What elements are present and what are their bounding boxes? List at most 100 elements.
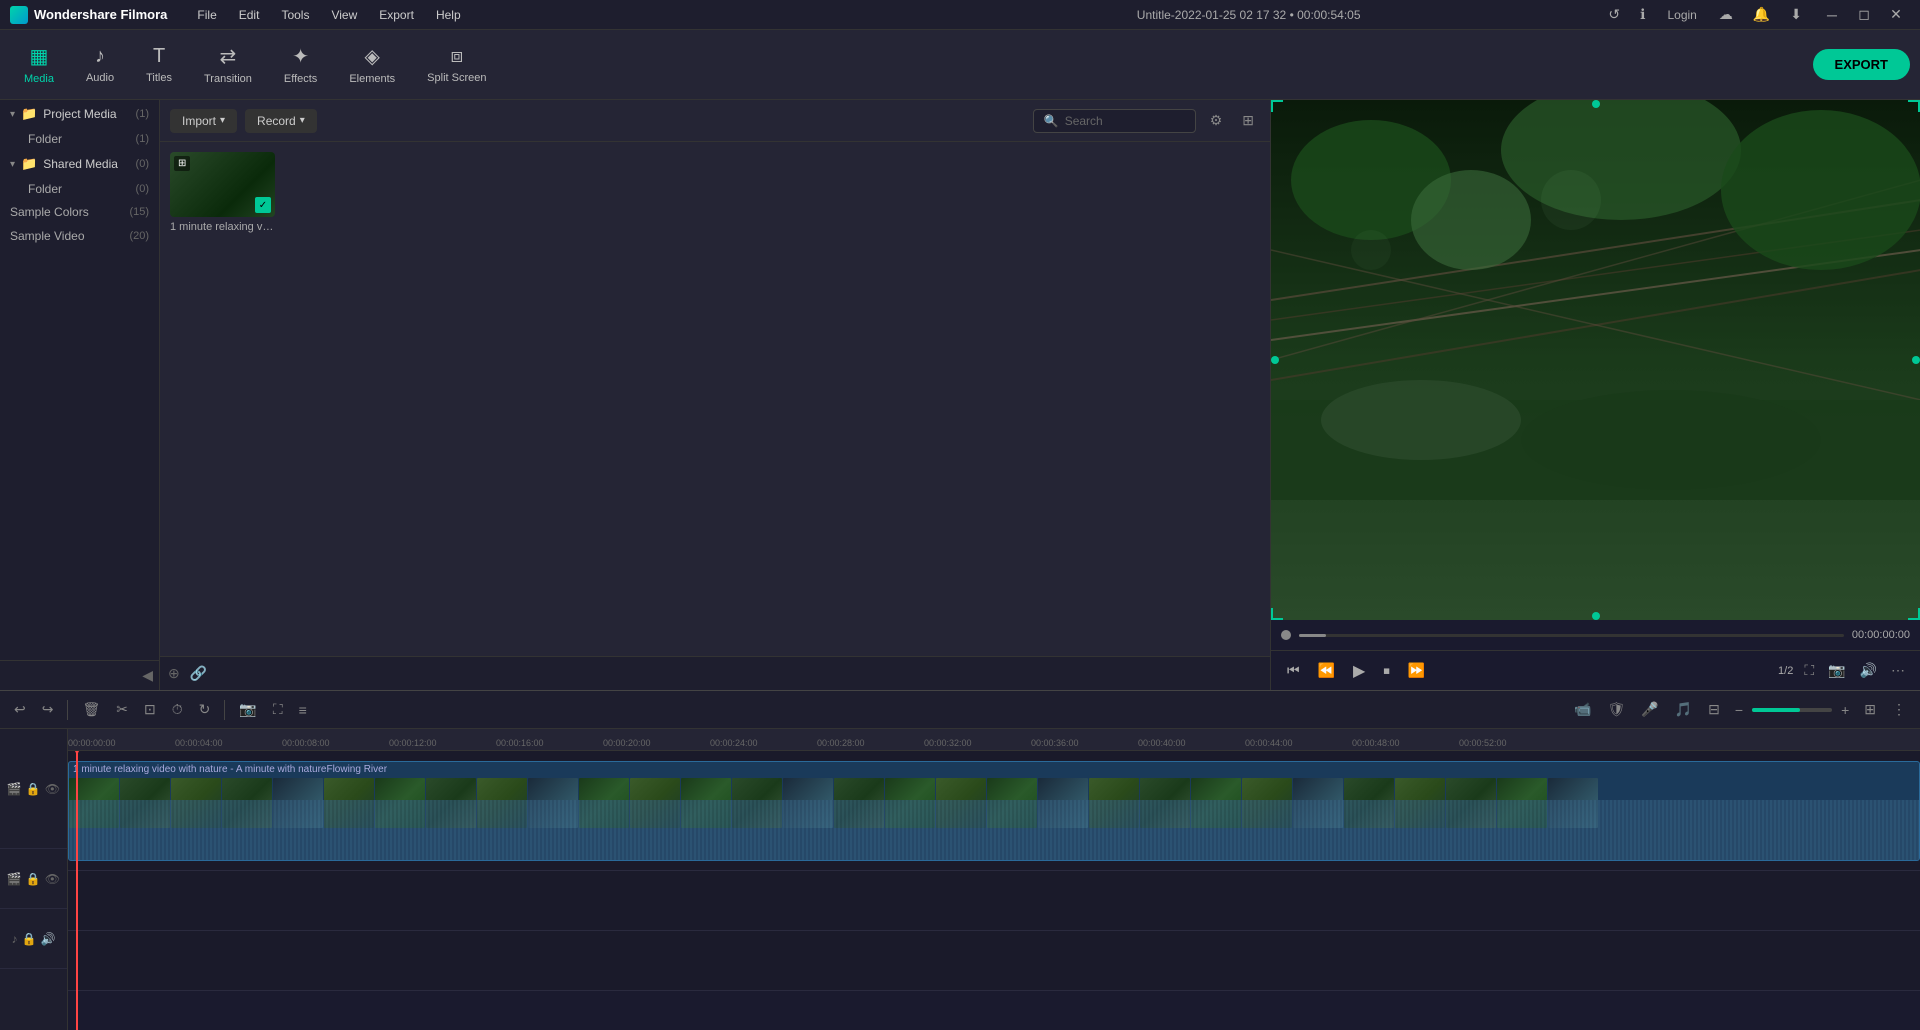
tool-transition[interactable]: ⇄ Transition: [190, 38, 266, 91]
timeline-fullscreen-icon[interactable]: ⛶: [267, 698, 289, 721]
preview-handle-top[interactable]: [1592, 100, 1600, 108]
music-track-lock[interactable]: 🔒: [22, 932, 37, 946]
preview-handle-left[interactable]: [1271, 356, 1279, 364]
preview-time: 00:00:00:00: [1852, 629, 1910, 641]
icon-download[interactable]: ⬇: [1784, 4, 1808, 25]
timeline-redo-icon[interactable]: ↪: [36, 698, 60, 721]
video-clip[interactable]: 1 minute relaxing video with nature - A …: [68, 761, 1920, 861]
icon-notification[interactable]: 🔔: [1747, 4, 1776, 25]
preview-handle-right[interactable]: [1912, 356, 1920, 364]
timeline-speed-icon[interactable]: ⏱: [166, 698, 189, 721]
panel-collapse-icon[interactable]: ◀: [142, 667, 153, 684]
close-button[interactable]: ✕: [1882, 1, 1910, 29]
play-button[interactable]: ▶: [1347, 657, 1371, 685]
tool-effects[interactable]: ✦ Effects: [270, 38, 331, 91]
transition-icon: ⇄: [220, 44, 237, 69]
timeline-tracks: 1 minute relaxing video with nature - A …: [68, 751, 1920, 1030]
timeline-snapshot-icon[interactable]: 📷: [233, 698, 262, 721]
list-item[interactable]: ⊞ ✓ 1 minute relaxing video ...: [170, 152, 275, 233]
timeline-subtitle-icon[interactable]: ⊟: [1702, 698, 1726, 721]
camera-icon[interactable]: 📷: [1823, 659, 1850, 682]
sample-video-count: (20): [129, 230, 149, 242]
link-icon[interactable]: 🔗: [190, 665, 207, 682]
media-icon: ▦: [30, 44, 49, 69]
audio-track-lock[interactable]: 🔒: [26, 872, 41, 886]
timeline-settings-icon[interactable]: ≡: [293, 699, 313, 721]
icon-info[interactable]: ℹ: [1634, 4, 1651, 25]
tool-audio[interactable]: ♪ Audio: [72, 39, 128, 90]
logo-icon: [10, 6, 28, 24]
timeline-extra-icon[interactable]: ⋮: [1886, 698, 1912, 721]
scrubber-fill: [1299, 634, 1326, 637]
project-media-folder[interactable]: Folder (1): [0, 128, 159, 150]
tool-split-screen[interactable]: ⧈ Split Screen: [413, 39, 500, 90]
sample-video-item[interactable]: Sample Video (20): [0, 224, 159, 248]
menu-edit[interactable]: Edit: [229, 4, 270, 26]
scrubber-track[interactable]: [1299, 634, 1844, 637]
skip-to-start-button[interactable]: ⏮: [1281, 658, 1306, 683]
video-track-lock[interactable]: 🔒: [26, 782, 41, 796]
shared-media-folder[interactable]: Folder (0): [0, 178, 159, 200]
search-input[interactable]: [1065, 114, 1185, 128]
timeline-crop-icon[interactable]: ⊡: [138, 698, 162, 721]
export-button[interactable]: EXPORT: [1813, 49, 1910, 80]
icon-refresh[interactable]: ↺: [1602, 4, 1626, 25]
audio-track-eye[interactable]: 👁: [45, 872, 60, 886]
zoom-in-button[interactable]: +: [1836, 699, 1854, 721]
tool-titles[interactable]: T Titles: [132, 39, 186, 90]
timeline-audio-icon[interactable]: 🎵: [1669, 698, 1698, 721]
scrubber-dot[interactable]: [1281, 630, 1291, 640]
sample-colors-item[interactable]: Sample Colors (15): [0, 200, 159, 224]
timeline-delete-icon[interactable]: 🗑: [76, 698, 106, 721]
window-title: Untitle-2022-01-25 02 17 32 • 00:00:54:0…: [895, 8, 1603, 22]
timeline-loop-icon[interactable]: ↻: [193, 698, 217, 721]
timeline-fit-icon[interactable]: ⊞: [1858, 698, 1882, 721]
zoom-track[interactable]: [1752, 708, 1832, 712]
timeline-cut-icon[interactable]: ✂: [110, 698, 134, 721]
full-screen-icon[interactable]: ⛶: [1799, 659, 1819, 682]
login-button[interactable]: Login: [1659, 6, 1704, 24]
music-track-toggle[interactable]: ♪: [12, 932, 18, 946]
grid-view-icon[interactable]: ⊞: [1236, 109, 1260, 132]
playhead[interactable]: [76, 751, 78, 1030]
left-panel: ▾ 📁 Project Media (1) Folder (1) ▾ 📁 Sha…: [0, 100, 160, 690]
timeline-main: 00:00:00:00 00:00:04:00 00:00:08:00 00:0…: [68, 729, 1920, 1030]
menu-export[interactable]: Export: [369, 4, 424, 26]
project-media-header[interactable]: ▾ 📁 Project Media (1): [0, 100, 159, 128]
more-options-icon[interactable]: ⋯: [1886, 659, 1910, 682]
stop-button[interactable]: ⏹: [1377, 659, 1396, 683]
ruler-mark: 00:00:16:00: [496, 738, 603, 748]
icon-cloud[interactable]: ☁: [1713, 4, 1739, 25]
add-to-timeline-icon[interactable]: ⊕: [168, 665, 180, 682]
frame-forward-button[interactable]: ⏩: [1402, 658, 1431, 683]
video-track-eye[interactable]: 👁: [45, 782, 60, 796]
volume-icon[interactable]: 🔊: [1855, 659, 1882, 682]
timeline-camera-icon[interactable]: 📹: [1568, 698, 1597, 721]
timeline-mic-icon[interactable]: 🎤: [1635, 698, 1664, 721]
tool-media[interactable]: ▦ Media: [10, 38, 68, 91]
shared-media-header[interactable]: ▾ 📁 Shared Media (0): [0, 150, 159, 178]
filter-icon[interactable]: ⚙: [1204, 109, 1229, 132]
menu-help[interactable]: Help: [426, 4, 471, 26]
menu-tools[interactable]: Tools: [271, 4, 319, 26]
preview-frame: [1271, 100, 1920, 620]
audio-track-toggle[interactable]: 🎬: [7, 872, 22, 886]
music-track-volume[interactable]: 🔊: [41, 932, 56, 946]
timeline-shield-icon[interactable]: 🛡: [1602, 698, 1632, 721]
preview-handle-bottom[interactable]: [1592, 612, 1600, 620]
menu-file[interactable]: File: [187, 4, 226, 26]
restore-button[interactable]: ◻: [1850, 1, 1878, 29]
preview-video: [1271, 100, 1920, 620]
frame-back-button[interactable]: ⏪: [1312, 658, 1341, 683]
video-track-toggle[interactable]: 🎬: [7, 782, 22, 796]
import-button[interactable]: Import ▾: [170, 109, 237, 133]
titles-icon: T: [153, 45, 165, 68]
zoom-out-button[interactable]: −: [1730, 699, 1748, 721]
menu-view[interactable]: View: [321, 4, 367, 26]
tool-elements[interactable]: ◈ Elements: [335, 38, 409, 91]
minimize-button[interactable]: ─: [1818, 1, 1846, 29]
thumbnail-check: ✓: [255, 197, 271, 213]
timeline-undo-icon[interactable]: ↩: [8, 698, 32, 721]
media-content: Import ▾ Record ▾ 🔍 ⚙ ⊞ ⊞ ✓ 1 minute: [160, 100, 1270, 690]
record-button[interactable]: Record ▾: [245, 109, 317, 133]
